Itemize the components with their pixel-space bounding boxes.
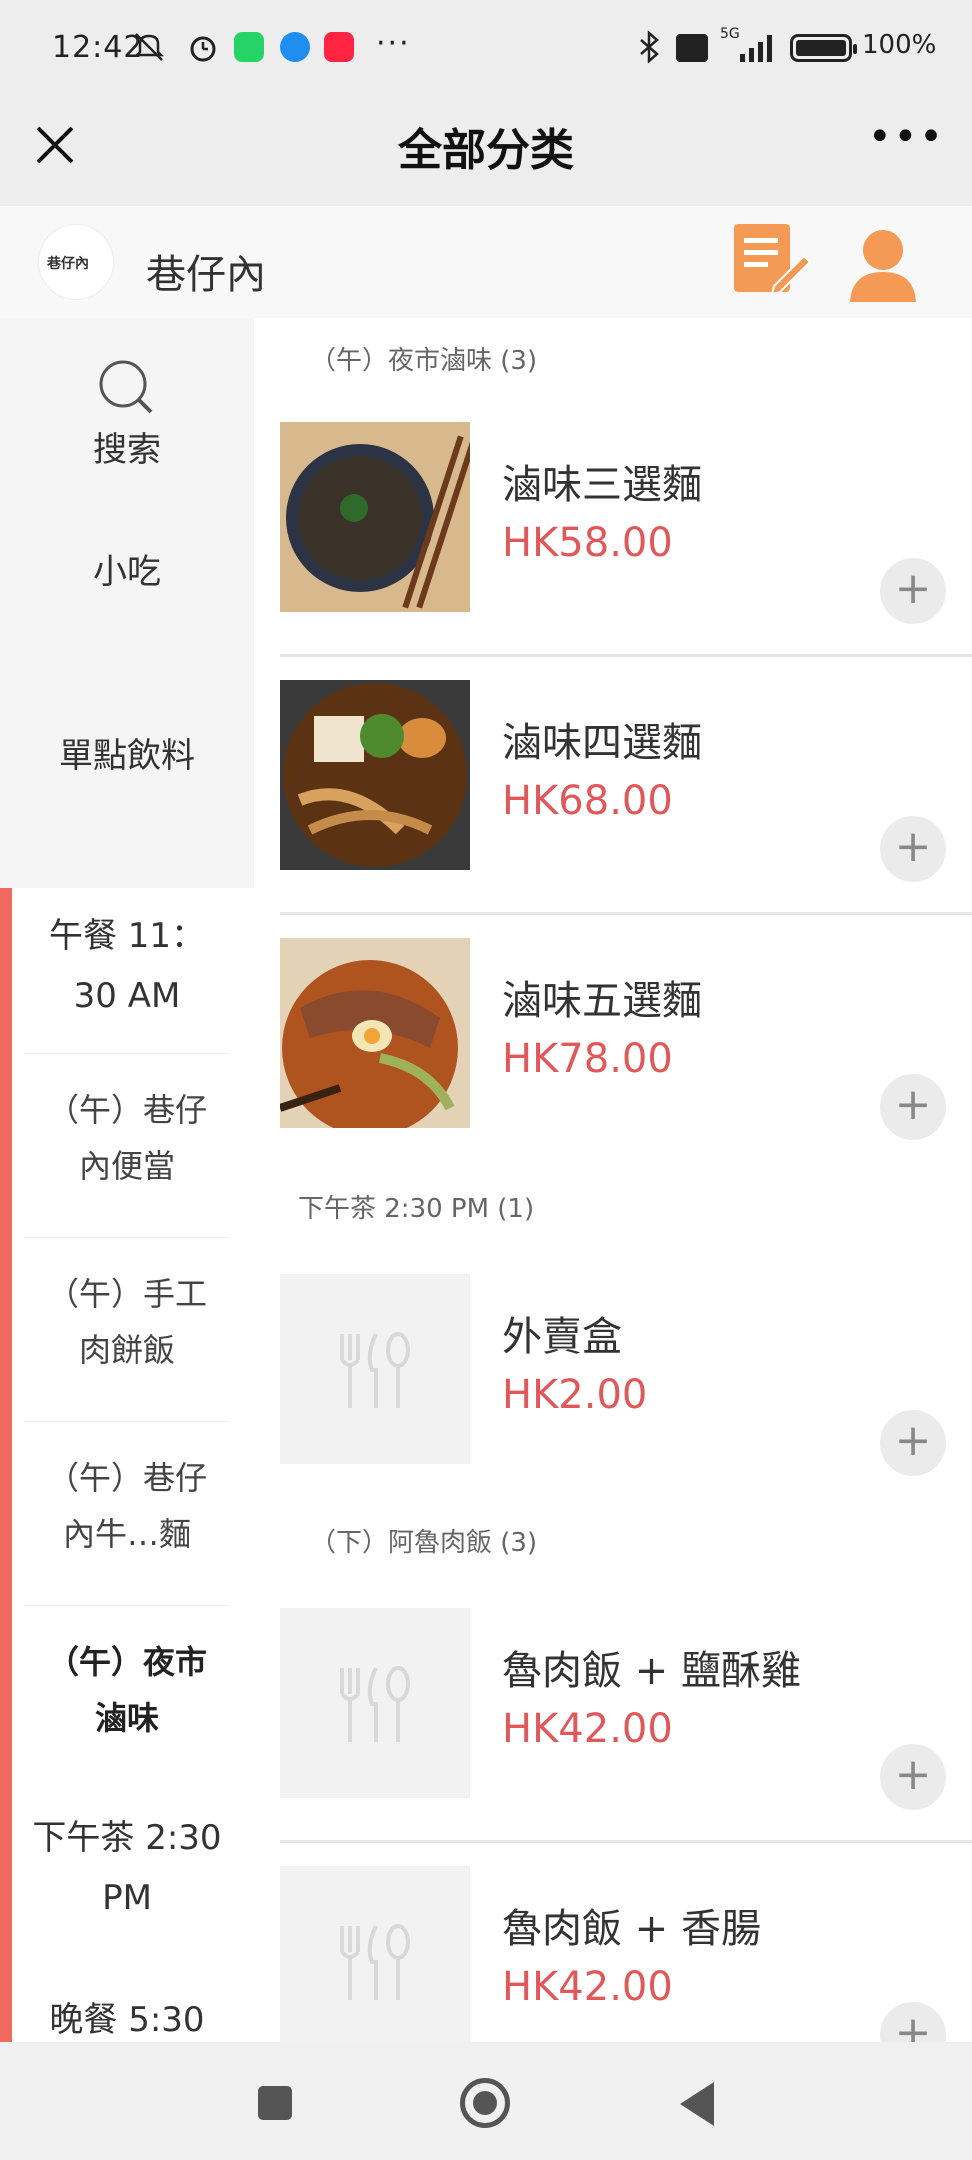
divider xyxy=(280,654,972,657)
section-title: 下午茶 2:30 PM (1) xyxy=(298,1194,535,1224)
alarm-icon xyxy=(190,36,216,62)
more-menu-button[interactable]: ••• xyxy=(868,114,943,160)
product-name: 滷味五選麵 xyxy=(502,978,702,1024)
back-icon[interactable] xyxy=(680,2082,714,2126)
section-title: （午）夜市滷味 (3) xyxy=(310,346,538,376)
sidebar-item-dinner[interactable]: 晚餐 5:30 xyxy=(0,1992,254,2048)
sidebar-item-snacks[interactable]: 小吃 xyxy=(0,544,254,600)
cutlery-icon xyxy=(280,1866,470,2042)
product-item[interactable]: 滷味四選麵 HK68.00 + xyxy=(280,680,972,938)
store-logo-text: 巷仔內 xyxy=(47,256,89,272)
divider xyxy=(280,1840,972,1843)
category-sidebar: 搜索 小吃 單點飲料 午餐 11：30 AM （午）巷仔內便當 （午）手工肉餅飯… xyxy=(0,318,254,2102)
title-bar: 全部分类 ••• xyxy=(0,100,972,206)
store-header: 巷仔內 巷仔內 xyxy=(0,206,972,318)
product-name: 魯肉飯 + 香腸 xyxy=(502,1906,761,1952)
signal-icon xyxy=(740,35,772,62)
user-icon[interactable] xyxy=(848,226,918,304)
sidebar-subitem-bento[interactable]: （午）巷仔內便當 xyxy=(24,1054,230,1238)
add-to-cart-button[interactable]: + xyxy=(880,558,946,624)
battery-percent: 100% xyxy=(862,30,937,60)
product-price: HK42.00 xyxy=(502,1964,673,2010)
battery-icon xyxy=(790,34,857,62)
meal-header-lunch[interactable]: 午餐 11：30 AM xyxy=(24,906,230,1054)
product-item[interactable]: 魯肉飯 + 鹽酥雞 HK42.00 + xyxy=(280,1608,972,1866)
product-image[interactable] xyxy=(280,680,470,870)
sidebar-subitem-beef-noodle[interactable]: （午）巷仔內牛…麵 xyxy=(24,1422,230,1606)
volte-icon xyxy=(676,34,708,62)
network-type: 5G xyxy=(720,26,740,42)
add-to-cart-button[interactable]: + xyxy=(880,1074,946,1140)
product-image-placeholder[interactable] xyxy=(280,1866,470,2042)
sidebar-item-search[interactable]: 搜索 xyxy=(0,422,254,478)
add-to-cart-button[interactable]: + xyxy=(880,1744,946,1810)
sidebar-item-afternoon-tea[interactable]: 下午茶 2:30 PM xyxy=(0,1808,254,1928)
xiaohongshu-icon xyxy=(324,32,354,62)
product-image-placeholder[interactable] xyxy=(280,1274,470,1464)
cutlery-icon xyxy=(280,1274,470,1464)
add-to-cart-button[interactable]: + xyxy=(880,816,946,882)
page-title: 全部分类 xyxy=(398,125,574,176)
sidebar-subitem-night-market[interactable]: （午）夜市滷味 xyxy=(24,1606,230,1790)
status-more: ··· xyxy=(376,26,411,61)
sidebar-subitem-meatpie[interactable]: （午）手工肉餅飯 xyxy=(24,1238,230,1422)
recent-apps-icon[interactable] xyxy=(258,2086,292,2120)
search-icon[interactable] xyxy=(97,358,155,416)
bluetooth-icon xyxy=(640,30,659,64)
system-nav-bar xyxy=(0,2042,972,2160)
product-name: 外賣盒 xyxy=(502,1314,622,1360)
product-image[interactable] xyxy=(280,938,470,1128)
order-list-icon[interactable] xyxy=(730,220,814,304)
product-item[interactable]: 外賣盒 HK2.00 + xyxy=(280,1274,972,1532)
whatsapp-icon xyxy=(234,32,264,62)
product-price: HK78.00 xyxy=(502,1036,673,1082)
product-item[interactable]: 滷味五選麵 HK78.00 + xyxy=(280,938,972,1196)
product-price: HK2.00 xyxy=(502,1372,648,1418)
divider xyxy=(280,912,972,915)
product-price: HK58.00 xyxy=(502,520,673,566)
product-item[interactable]: 魯肉飯 + 香腸 HK42.00 + xyxy=(280,1866,972,2042)
add-to-cart-button[interactable]: + xyxy=(880,1410,946,1476)
product-image-placeholder[interactable] xyxy=(280,1608,470,1798)
product-list: （午）夜市滷味 (3) 滷味三選麵 HK58.00 + 滷味四選麵 HK68.0… xyxy=(254,318,972,2042)
section-title: （下）阿魯肉飯 (3) xyxy=(310,1528,538,1558)
add-to-cart-button[interactable]: + xyxy=(880,2002,946,2042)
mute-icon xyxy=(133,33,165,61)
product-price: HK42.00 xyxy=(502,1706,673,1752)
product-image[interactable] xyxy=(280,422,470,612)
status-time: 12:42 xyxy=(52,30,144,65)
store-logo[interactable]: 巷仔內 xyxy=(38,224,114,300)
product-name: 滷味四選麵 xyxy=(502,720,702,766)
store-name: 巷仔內 xyxy=(146,252,266,298)
message-app-icon xyxy=(280,32,310,62)
product-name: 滷味三選麵 xyxy=(502,462,702,508)
status-bar: 12:42 ··· 5G 100% xyxy=(0,0,972,100)
home-icon[interactable] xyxy=(460,2078,510,2128)
cutlery-icon xyxy=(280,1608,470,1798)
product-price: HK68.00 xyxy=(502,778,673,824)
sidebar-item-drinks[interactable]: 單點飲料 xyxy=(0,728,254,784)
product-item[interactable]: 滷味三選麵 HK58.00 + xyxy=(280,422,972,680)
product-name: 魯肉飯 + 鹽酥雞 xyxy=(502,1648,801,1694)
